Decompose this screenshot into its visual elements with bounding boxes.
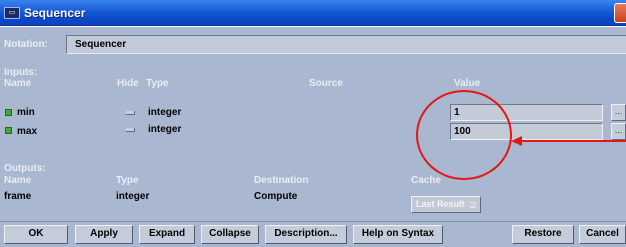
restore-button[interactable]: Restore [512, 225, 574, 244]
editor-panel: Notation: Sequencer Inputs: Name Hide Ty… [0, 27, 626, 221]
input-name-max: max [17, 126, 38, 137]
inputs-header-name: Name [4, 78, 32, 89]
max-enable-checkbox[interactable] [5, 127, 12, 134]
outputs-header-destination: Destination [254, 175, 309, 186]
inputs-header-value: Value [454, 78, 481, 89]
min-enable-checkbox[interactable] [5, 109, 12, 116]
window-title: Sequencer [24, 6, 86, 20]
dropdown-arrow-icon: ⊒ [469, 200, 476, 209]
min-hide-toggle[interactable] [126, 111, 135, 115]
expand-button[interactable]: Expand [139, 225, 195, 244]
outputs-header-name: Name [4, 175, 32, 186]
help-on-syntax-button[interactable]: Help on Syntax [353, 225, 443, 244]
cache-dropdown[interactable]: Last Result ⊒ [411, 196, 481, 213]
ok-button[interactable]: OK [4, 225, 68, 244]
output-destination-frame: Compute [254, 191, 298, 202]
max-browse-button[interactable]: ... [611, 123, 626, 140]
inputs-header-hide: Hide [117, 78, 139, 89]
inputs-section-label: Inputs: [4, 67, 38, 78]
description-button[interactable]: Description... [265, 225, 347, 244]
notation-field[interactable]: Sequencer [66, 35, 626, 54]
input-name-min: min [17, 107, 35, 118]
sequencer-window-icon: ▭ [4, 7, 20, 19]
notation-label: Notation: [4, 39, 48, 50]
cancel-button[interactable]: Cancel [579, 225, 626, 244]
annotation-highlight-circle [416, 90, 512, 180]
output-name-frame: frame [4, 191, 32, 202]
max-hide-toggle[interactable] [126, 128, 135, 132]
output-type-frame: integer [116, 191, 150, 202]
close-button[interactable] [614, 3, 626, 23]
notation-value: Sequencer [75, 39, 127, 50]
annotation-arrow-head [511, 136, 522, 146]
apply-button[interactable]: Apply [75, 225, 133, 244]
input-type-min: integer [148, 107, 182, 118]
annotation-arrow-shaft [520, 140, 626, 142]
inputs-header-type: Type [146, 78, 169, 89]
outputs-section-label: Outputs: [4, 163, 46, 174]
input-type-max: integer [148, 124, 182, 135]
title-bar[interactable]: ▭ Sequencer [0, 0, 626, 26]
outputs-header-type: Type [116, 175, 139, 186]
inputs-header-source: Source [309, 78, 343, 89]
collapse-button[interactable]: Collapse [201, 225, 259, 244]
button-bar: OK Apply Expand Collapse Description... … [0, 222, 626, 247]
min-browse-button[interactable]: ... [611, 104, 626, 121]
cache-dropdown-value: Last Result [416, 199, 465, 209]
outputs-header-cache: Cache [411, 175, 442, 186]
